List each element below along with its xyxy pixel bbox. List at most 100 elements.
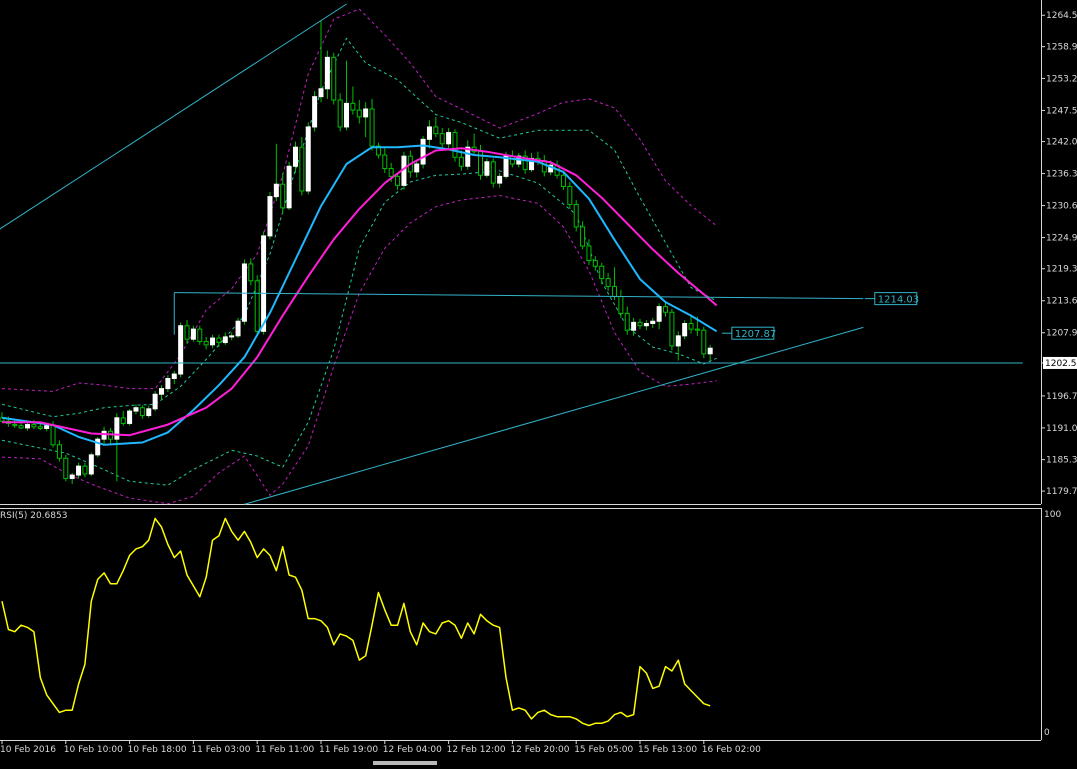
candle-body bbox=[216, 337, 222, 344]
candle-body bbox=[44, 425, 50, 429]
candle-body bbox=[631, 321, 637, 331]
candle-body bbox=[222, 336, 228, 344]
candle bbox=[152, 390, 158, 412]
candle-body bbox=[650, 320, 656, 324]
price-label-text: 1214.03 bbox=[878, 295, 919, 306]
candle-body bbox=[580, 226, 586, 247]
candle-body bbox=[324, 56, 330, 90]
price-tick-label: 1247.55 bbox=[1046, 106, 1077, 116]
candle bbox=[261, 231, 267, 335]
candle-body bbox=[382, 154, 388, 170]
candle-body bbox=[656, 306, 662, 322]
candle-body bbox=[701, 329, 707, 355]
candle-body bbox=[261, 235, 267, 332]
candle-body bbox=[643, 322, 649, 327]
price-tick-label: 1185.35 bbox=[1046, 456, 1077, 466]
candle-body bbox=[707, 347, 713, 355]
horizontal-scrollbar-thumb[interactable] bbox=[373, 761, 437, 765]
candle-body bbox=[12, 424, 18, 427]
candle bbox=[95, 436, 101, 458]
candle-body bbox=[305, 126, 311, 192]
candle bbox=[127, 408, 133, 426]
candle-body bbox=[420, 138, 426, 165]
candle-body bbox=[292, 146, 298, 167]
candle-body bbox=[31, 424, 37, 428]
time-tick-label: 12 Feb 04:00 bbox=[383, 745, 442, 755]
price-tick-label: 1258.90 bbox=[1046, 43, 1077, 53]
candle-body bbox=[490, 161, 496, 184]
time-tick-label: 15 Feb 13:00 bbox=[638, 745, 697, 755]
chart-background bbox=[0, 0, 1077, 765]
candle-body bbox=[599, 265, 605, 280]
candle-body bbox=[497, 175, 503, 184]
time-tick-label: 11 Feb 03:00 bbox=[191, 745, 250, 755]
candle-body bbox=[273, 183, 279, 198]
candle bbox=[63, 454, 69, 482]
candle-body bbox=[637, 321, 643, 327]
candle-body bbox=[331, 56, 337, 101]
candle bbox=[178, 322, 184, 378]
candle-body bbox=[210, 337, 216, 346]
candle-body bbox=[688, 322, 694, 330]
candle-body bbox=[248, 263, 254, 282]
candle-body bbox=[280, 183, 286, 209]
candle-body bbox=[452, 132, 458, 158]
candle-body bbox=[669, 311, 675, 347]
candle-body bbox=[618, 296, 624, 314]
price-tick-label: 1219.35 bbox=[1046, 265, 1077, 275]
candle-body bbox=[363, 108, 369, 118]
candle bbox=[573, 199, 579, 232]
candle-body bbox=[337, 99, 343, 128]
price-tick-label: 1191.00 bbox=[1046, 424, 1077, 434]
current-price-label: 1202.57 bbox=[1045, 359, 1077, 369]
candle-body bbox=[76, 465, 82, 476]
candle-body bbox=[159, 388, 164, 395]
candle-body bbox=[229, 335, 235, 338]
price-tick-label: 1236.30 bbox=[1046, 170, 1077, 180]
candle-body bbox=[286, 165, 292, 209]
time-tick-label: 15 Feb 05:00 bbox=[574, 745, 633, 755]
time-tick-label: 10 Feb 2016 bbox=[0, 745, 56, 755]
rsi-legend: RSI(5) 20.6853 bbox=[0, 511, 67, 521]
candle-body bbox=[675, 335, 681, 347]
candle bbox=[286, 161, 292, 211]
candle-body bbox=[624, 312, 630, 331]
candle bbox=[267, 192, 273, 240]
price-tick-label: 1230.60 bbox=[1046, 202, 1077, 212]
candle-body bbox=[458, 156, 464, 167]
candle-body bbox=[369, 108, 375, 147]
candle bbox=[452, 129, 458, 162]
candle-body bbox=[82, 465, 88, 475]
candle-body bbox=[567, 185, 573, 205]
candle-body bbox=[120, 417, 126, 424]
candle-body bbox=[165, 378, 171, 390]
candle-body bbox=[267, 196, 273, 237]
candle-body bbox=[682, 322, 688, 337]
candle-body bbox=[139, 407, 145, 417]
candle bbox=[312, 91, 318, 132]
candle-body bbox=[152, 393, 158, 410]
candle-body bbox=[18, 425, 24, 429]
candle-body bbox=[694, 328, 700, 331]
candle-body bbox=[350, 102, 356, 111]
candle-body bbox=[50, 425, 56, 446]
time-tick-label: 10 Feb 10:00 bbox=[64, 745, 123, 755]
candle-body bbox=[433, 126, 439, 135]
candle-body bbox=[63, 457, 69, 479]
candle-body bbox=[446, 132, 452, 145]
candle bbox=[669, 308, 675, 351]
candle-body bbox=[573, 203, 579, 228]
candle-body bbox=[184, 325, 190, 340]
candle bbox=[305, 122, 311, 195]
price-tick-label: 1196.70 bbox=[1046, 392, 1077, 402]
time-tick-label: 11 Feb 19:00 bbox=[319, 745, 378, 755]
candle-body bbox=[312, 96, 318, 128]
candle-body bbox=[190, 328, 196, 340]
candle-body bbox=[114, 417, 120, 440]
candle-body bbox=[178, 325, 184, 375]
candle-body bbox=[414, 163, 420, 173]
candle-body bbox=[356, 109, 362, 118]
candle-body bbox=[560, 174, 566, 187]
candle-body bbox=[318, 88, 324, 98]
candle-body bbox=[37, 426, 43, 429]
